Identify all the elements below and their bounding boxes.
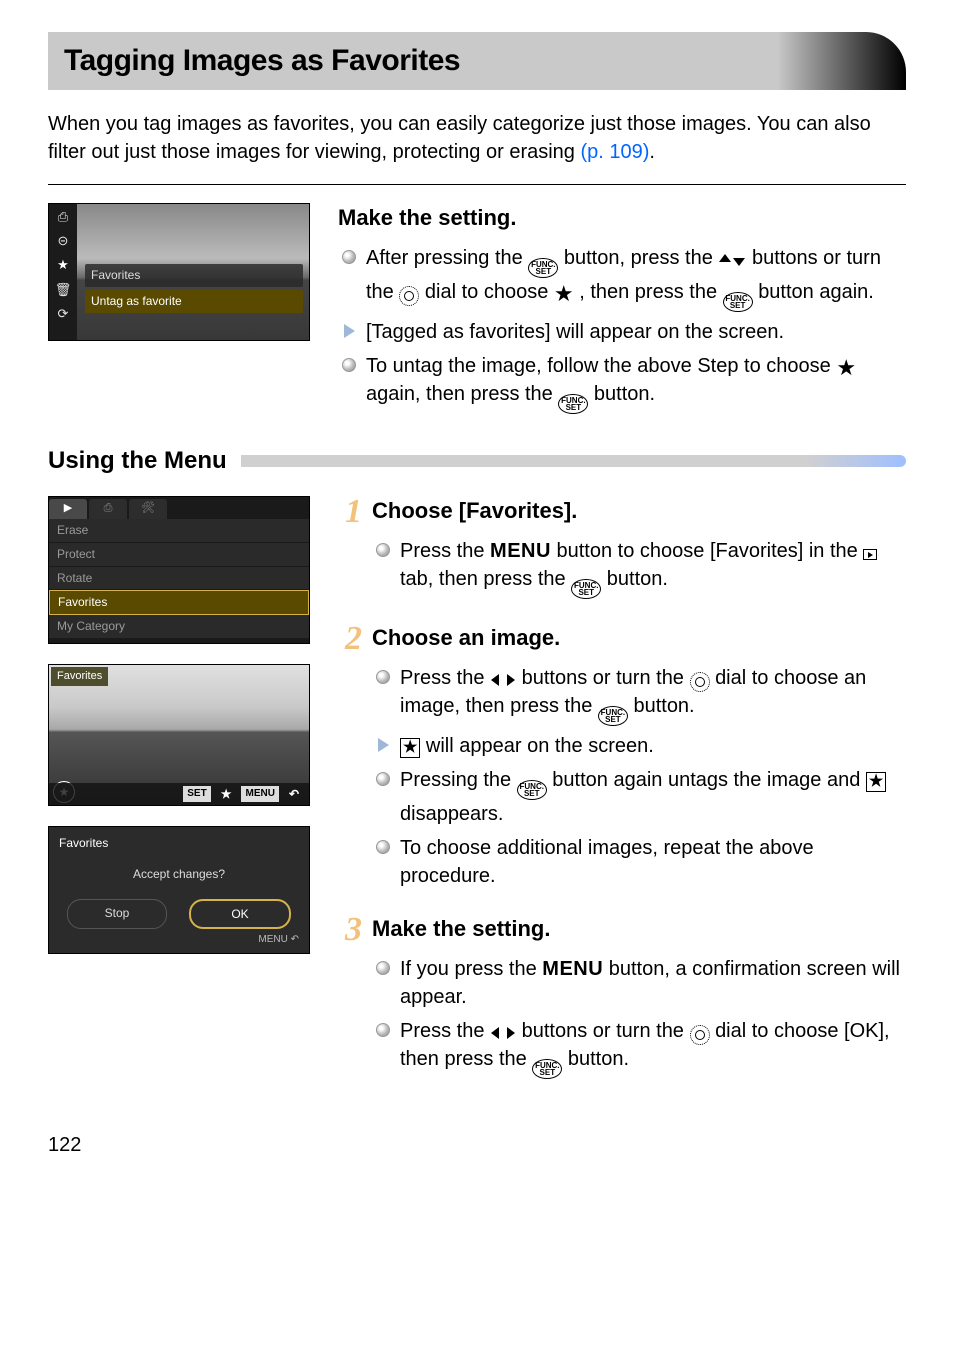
menu-item: My Category bbox=[49, 615, 309, 639]
step-heading: Make the setting. bbox=[372, 914, 906, 945]
boxed-star-icon: ★ bbox=[400, 738, 420, 758]
instruction-item: Press the buttons or turn the dial to ch… bbox=[372, 664, 906, 726]
instruction-item: Press the buttons or turn the dial to ch… bbox=[372, 1017, 906, 1079]
page-reference-link[interactable]: (p. 109) bbox=[580, 141, 649, 163]
step-heading: Choose [Favorites]. bbox=[372, 496, 906, 527]
menu-item: Rotate bbox=[49, 567, 309, 591]
overlay-title: Favorites bbox=[51, 667, 108, 686]
left-right-icon bbox=[490, 673, 516, 687]
confirm-title: Favorites bbox=[49, 827, 309, 866]
menu-item: Protect bbox=[49, 543, 309, 567]
intro-part1: When you tag images as favorites, you ca… bbox=[48, 113, 871, 163]
menu-item-selected: Favorites bbox=[49, 590, 309, 615]
screenshot-row-untag: Untag as favorite bbox=[85, 290, 303, 313]
instruction-item: After pressing the FUNC.SET button, pres… bbox=[338, 244, 906, 312]
subsection-title: Using the Menu bbox=[48, 444, 241, 478]
step-number: 2 bbox=[345, 625, 362, 896]
intro-part2: . bbox=[649, 141, 655, 163]
boxed-star-icon: ★ bbox=[866, 772, 886, 792]
step-heading: Choose an image. bbox=[372, 623, 906, 654]
func-set-icon: FUNC.SET bbox=[517, 780, 547, 800]
instruction-item: If you press the MENU button, a confirma… bbox=[372, 955, 906, 1011]
menu-label: MENU bbox=[241, 786, 278, 802]
step-number: 3 bbox=[345, 916, 362, 1085]
func-set-icon: FUNC.SET bbox=[528, 258, 558, 278]
star-icon: ★ bbox=[217, 785, 236, 804]
control-dial-icon bbox=[399, 286, 419, 306]
star-icon: ★ bbox=[836, 357, 856, 379]
func-set-icon: FUNC.SET bbox=[598, 706, 628, 726]
confirm-question: Accept changes? bbox=[49, 866, 309, 883]
block-make-setting: ⎙⊝★🗑⟳ Favorites Untag as favorite Make t… bbox=[48, 203, 906, 420]
left-right-icon bbox=[490, 1026, 516, 1040]
screenshot-favorite-image: Favorites ★ SET ★ MENU ↶ bbox=[48, 664, 310, 806]
divider bbox=[48, 184, 906, 185]
intro-text: When you tag images as favorites, you ca… bbox=[48, 110, 906, 166]
step-2: 2 Choose an image. Press the buttons or … bbox=[338, 623, 906, 896]
instruction-item: To choose additional images, repeat the … bbox=[372, 834, 906, 890]
playback-tab-icon: ▶ bbox=[49, 499, 87, 519]
up-down-icon bbox=[718, 253, 746, 267]
steps-grid: ▶ ⎙ 🛠 Erase Protect Rotate Favorites My … bbox=[48, 496, 906, 1103]
step-1: 1 Choose [Favorites]. Press the MENU but… bbox=[338, 496, 906, 605]
screenshot-confirmation: Favorites Accept changes? Stop OK MENU ↶ bbox=[48, 826, 310, 954]
func-set-icon: FUNC.SET bbox=[723, 292, 753, 312]
control-dial-icon bbox=[690, 672, 710, 692]
step-number: 1 bbox=[345, 498, 362, 605]
func-set-icon: FUNC.SET bbox=[558, 394, 588, 414]
instruction-item: [Tagged as favorites] will appear on the… bbox=[338, 318, 906, 346]
menu-button-label: MENU bbox=[490, 540, 551, 562]
instruction-item: To untag the image, follow the above Ste… bbox=[338, 352, 906, 414]
ok-button: OK bbox=[189, 899, 291, 930]
menu-item: Erase bbox=[49, 519, 309, 543]
control-dial-icon bbox=[690, 1025, 710, 1045]
func-set-icon: FUNC.SET bbox=[571, 579, 601, 599]
page-title: Tagging Images as Favorites bbox=[64, 44, 460, 77]
set-label: SET bbox=[183, 786, 210, 802]
page-number: 122 bbox=[48, 1131, 906, 1159]
playback-tab-icon bbox=[863, 549, 877, 560]
step-3: 3 Make the setting. If you press the MEN… bbox=[338, 914, 906, 1085]
heading-make-setting: Make the setting. bbox=[338, 203, 906, 234]
screenshot-func-menu: ⎙⊝★🗑⟳ Favorites Untag as favorite bbox=[48, 203, 310, 341]
func-set-icon: FUNC.SET bbox=[532, 1059, 562, 1079]
instruction-item: Pressing the FUNC.SET button again untag… bbox=[372, 766, 906, 828]
star-icon: ★ bbox=[554, 283, 574, 305]
back-icon: ↶ bbox=[285, 785, 303, 804]
menu-label: MENU bbox=[258, 934, 287, 945]
section-using-the-menu: Using the Menu bbox=[48, 444, 906, 478]
menu-hint: Tag as favorite bbox=[49, 639, 309, 644]
subsection-rule bbox=[241, 455, 906, 467]
screenshot-playback-menu: ▶ ⎙ 🛠 Erase Protect Rotate Favorites My … bbox=[48, 496, 310, 644]
instruction-item: Press the MENU button to choose [Favorit… bbox=[372, 537, 906, 599]
page-title-bar: Tagging Images as Favorites bbox=[48, 32, 906, 90]
menu-button-label: MENU bbox=[542, 958, 603, 980]
screenshot-row-favorites: Favorites bbox=[85, 264, 303, 287]
instruction-item: ★ will appear on the screen. bbox=[372, 732, 906, 760]
stop-button: Stop bbox=[67, 899, 167, 930]
